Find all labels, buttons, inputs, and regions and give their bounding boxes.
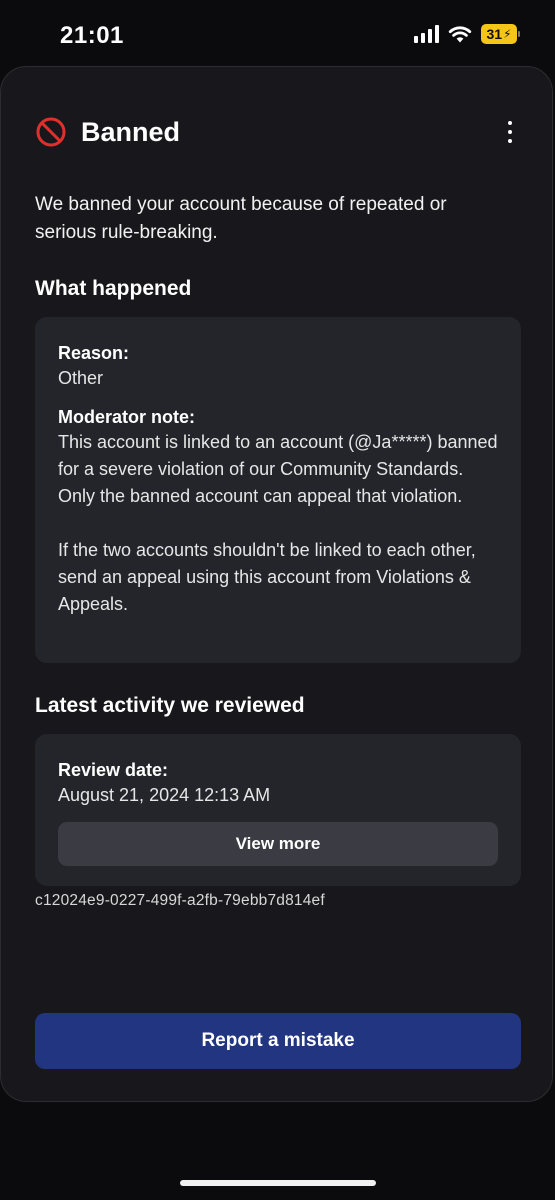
review-date-value: August 21, 2024 12:13 AM bbox=[58, 785, 271, 805]
moderator-note-label: Moderator note: bbox=[58, 407, 195, 427]
review-date-label: Review date: bbox=[58, 760, 169, 780]
moderator-note-value: This account is linked to an account (@J… bbox=[58, 432, 498, 614]
reference-id: c12024e9-0227-499f-a2fb-79ebb7d814ef bbox=[35, 892, 325, 909]
wifi-icon bbox=[448, 26, 472, 43]
cellular-signal-icon bbox=[414, 25, 439, 43]
header: Banned bbox=[35, 115, 534, 149]
status-icons: 31 ⚡ bbox=[414, 24, 520, 44]
status-bar: 21:01 31 ⚡ bbox=[0, 0, 555, 66]
what-happened-heading: What happened bbox=[35, 277, 192, 300]
latest-activity-card: Review date: August 21, 2024 12:13 AM Vi… bbox=[35, 734, 521, 886]
report-mistake-button[interactable]: Report a mistake bbox=[35, 1013, 521, 1069]
battery-icon: 31 ⚡ bbox=[481, 24, 520, 44]
latest-activity-heading: Latest activity we reviewed bbox=[35, 694, 305, 717]
intro-text: We banned your account because of repeat… bbox=[35, 194, 447, 243]
what-happened-card: Reason: Other Moderator note: This accou… bbox=[35, 317, 521, 663]
reason-value: Other bbox=[58, 368, 104, 388]
view-more-button[interactable]: View more bbox=[58, 822, 498, 866]
page-title: Banned bbox=[81, 117, 181, 147]
battery-level: 31 bbox=[486, 26, 503, 42]
status-time: 21:01 bbox=[60, 22, 124, 49]
ban-icon bbox=[36, 117, 66, 147]
home-indicator[interactable] bbox=[180, 1180, 376, 1186]
ban-details-sheet: Banned We banned your account because of… bbox=[0, 66, 553, 1102]
more-vertical-icon[interactable] bbox=[498, 117, 522, 147]
charging-bolt-icon: ⚡ bbox=[503, 27, 512, 41]
reason-label: Reason: bbox=[58, 343, 130, 363]
